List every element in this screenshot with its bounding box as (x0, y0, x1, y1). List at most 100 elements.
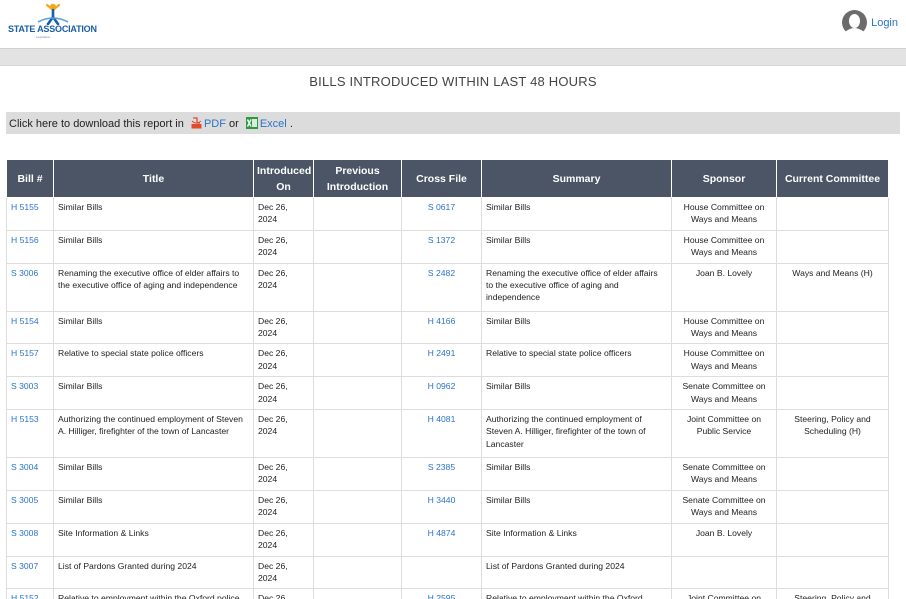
bill-number-cell: S 3006 (6, 262, 54, 312)
bill-title-cell: Similar Bills (53, 197, 254, 231)
header-summary[interactable]: Summary (481, 159, 672, 198)
previous-introduction-cell (313, 489, 402, 524)
table-row: S 3006 Renaming the executive office of e… (6, 262, 889, 312)
download-prefix: Click here to download this report in (9, 118, 187, 130)
login-label: Login (871, 16, 898, 29)
cross-file-link[interactable]: H 4874 (428, 528, 456, 538)
header-bill-number[interactable]: Bill # (6, 159, 54, 198)
login-button[interactable]: Login (842, 10, 898, 35)
state-association-logo[interactable]: STATE ASSOCIATION Legislation (6, 3, 98, 41)
bill-number-link[interactable]: H 5152 (11, 593, 39, 599)
current-committee-cell (776, 197, 889, 231)
previous-introduction-cell (313, 522, 402, 557)
bill-number-link[interactable]: S 3008 (11, 528, 38, 538)
current-committee-cell (776, 522, 889, 557)
bill-title-cell: Similar Bills (53, 457, 254, 491)
sponsor-cell: Senate Committee on Ways and Means (671, 457, 777, 491)
page-title: BILLS INTRODUCED WITHIN LAST 48 HOURS (309, 74, 597, 89)
current-committee-cell (776, 489, 889, 524)
logo-figure-icon (37, 3, 69, 25)
current-committee-cell (776, 343, 889, 378)
bill-number-link[interactable]: H 5153 (11, 414, 39, 424)
sponsor-cell: Senate Committee on Ways and Means (671, 489, 777, 524)
cross-file-link[interactable]: H 2595 (428, 593, 456, 599)
cross-file-link[interactable]: H 3440 (428, 495, 456, 505)
header-title[interactable]: Title (53, 159, 254, 198)
excel-download-link[interactable]: Excel (260, 118, 287, 130)
table-row: H 5152 Relative to employment within the … (6, 588, 889, 599)
bill-number-link[interactable]: H 5154 (11, 316, 39, 326)
cross-file-cell: H 4081 (401, 409, 482, 459)
cross-file-link[interactable]: S 2385 (428, 462, 455, 472)
pdf-download-link[interactable]: PDF (204, 118, 226, 130)
previous-introduction-cell (313, 229, 402, 264)
bill-number-link[interactable]: S 3004 (11, 462, 38, 472)
bill-number-link[interactable]: H 5156 (11, 235, 39, 245)
bill-title-cell: Similar Bills (53, 376, 254, 411)
header-previous-introduction[interactable]: Previous Introduction (313, 159, 402, 198)
current-committee-cell: Steering, Policy and Scheduling (H) (776, 409, 889, 459)
nav-strip (0, 48, 906, 66)
bill-number-cell: H 5153 (6, 409, 54, 459)
header-introduced-on[interactable]: Introduced On (253, 159, 314, 198)
previous-introduction-cell (313, 343, 402, 378)
bill-title-cell: Similar Bills (53, 489, 254, 524)
previous-introduction-cell (313, 376, 402, 411)
sponsor-cell: Joint Committee on Public Service (671, 588, 777, 599)
bill-number-cell: H 5152 (6, 588, 54, 599)
bill-number-link[interactable]: H 5157 (11, 348, 39, 358)
introduced-date-cell: Dec 26, 2024 (253, 229, 314, 264)
cross-file-link[interactable]: H 2491 (428, 348, 456, 358)
table-row: H 5155 Similar Bills Dec 26, 2024 S 0617 Sim… (6, 197, 889, 231)
bill-number-link[interactable]: S 3005 (11, 495, 38, 505)
current-committee-cell (776, 310, 889, 345)
bill-number-link[interactable]: S 3003 (11, 381, 38, 391)
table-row: H 5157 Relative to special state police o… (6, 343, 889, 378)
table-header-row: Bill # Title Introduced On Previous Intr… (6, 159, 889, 198)
introduced-date-cell: Dec 26, 2024 (253, 522, 314, 557)
introduced-date-cell: Dec 26, 2024 (253, 197, 314, 231)
introduced-date-cell: Dec 26, 2024 (253, 489, 314, 524)
summary-cell: Similar Bills (481, 229, 672, 264)
cross-file-link[interactable]: S 2482 (428, 268, 455, 278)
previous-introduction-cell (313, 197, 402, 231)
cross-file-link[interactable]: S 1372 (428, 235, 455, 245)
previous-introduction-cell (313, 555, 402, 590)
summary-cell: Authorizing the continued employment of … (481, 409, 672, 459)
header-cross-file[interactable]: Cross File (401, 159, 482, 198)
pdf-file-icon (191, 117, 202, 129)
cross-file-link[interactable]: H 4081 (428, 414, 456, 424)
bill-number-link[interactable]: S 3007 (11, 561, 38, 571)
sponsor-cell: Joan B. Lovely (671, 522, 777, 557)
cross-file-cell: S 0617 (401, 197, 482, 231)
previous-introduction-cell (313, 457, 402, 491)
cross-file-cell: H 3440 (401, 489, 482, 524)
logo-text: STATE ASSOCIATION (8, 24, 97, 34)
sponsor-cell: House Committee on Ways and Means (671, 197, 777, 231)
cross-file-cell: S 1372 (401, 229, 482, 264)
bill-number-link[interactable]: S 3006 (11, 268, 38, 278)
table-row: S 3008 Site Information & Links Dec 26, 20… (6, 522, 889, 557)
header-sponsor[interactable]: Sponsor (671, 159, 777, 198)
header-current-committee[interactable]: Current Committee (776, 159, 889, 198)
bill-number-link[interactable]: H 5155 (11, 202, 39, 212)
cross-file-cell: H 2491 (401, 343, 482, 378)
cross-file-link[interactable]: S 0617 (428, 202, 455, 212)
bill-title-cell: Similar Bills (53, 310, 254, 345)
cross-file-link[interactable]: H 0962 (428, 381, 456, 391)
bill-title-cell: Authorizing the continued employment of … (53, 409, 254, 459)
bill-title-cell: List of Pardons Granted during 2024 (53, 555, 254, 590)
table-row: H 5156 Similar Bills Dec 26, 2024 S 1372 Sim… (6, 229, 889, 264)
introduced-date-cell: Dec 26, 2024 (253, 588, 314, 599)
table-row: S 3004 Similar Bills Dec 26, 2024 S 2385 Sim… (6, 457, 889, 491)
user-avatar-icon (842, 10, 868, 35)
bill-title-cell: Relative to employment within the Oxford… (53, 588, 254, 599)
previous-introduction-cell (313, 310, 402, 345)
current-committee-cell (776, 555, 889, 590)
previous-introduction-cell (313, 588, 402, 599)
cross-file-cell: H 4166 (401, 310, 482, 345)
summary-cell: Similar Bills (481, 489, 672, 524)
cross-file-cell: S 2385 (401, 457, 482, 491)
cross-file-link[interactable]: H 4166 (428, 316, 456, 326)
download-bar: Click here to download this report in PD… (6, 112, 900, 134)
